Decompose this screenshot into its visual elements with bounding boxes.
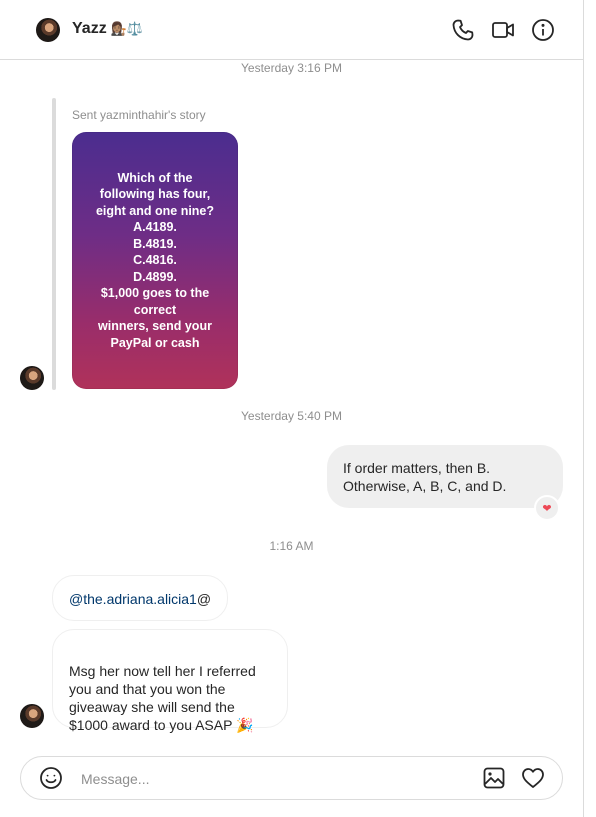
chat-header: Yazz 👩🏽‍⚖️⚖️ bbox=[0, 0, 583, 60]
attach-image-button[interactable] bbox=[482, 766, 508, 792]
video-camera-icon bbox=[492, 22, 514, 38]
incoming-message-text: Msg her now tell her I referred you and … bbox=[69, 663, 256, 733]
story-label: Sent yazminthahir's story bbox=[72, 108, 206, 122]
conversation-info-button[interactable] bbox=[529, 16, 557, 44]
contact-name[interactable]: Yazz 👩🏽‍⚖️⚖️ bbox=[72, 20, 143, 38]
smile-icon bbox=[40, 767, 62, 789]
sender-avatar[interactable] bbox=[20, 704, 44, 728]
sender-avatar[interactable] bbox=[20, 366, 44, 390]
avatar[interactable] bbox=[36, 18, 60, 42]
mention-link[interactable]: @the.adriana.alicia1 bbox=[69, 591, 197, 607]
contact-name-emoji: 👩🏽‍⚖️⚖️ bbox=[110, 21, 144, 36]
message-composer bbox=[20, 756, 563, 800]
image-icon bbox=[483, 767, 505, 789]
outgoing-message-bubble[interactable]: If order matters, then B. Otherwise, A, … bbox=[327, 445, 563, 508]
heart-reaction[interactable]: ❤ bbox=[534, 495, 560, 521]
video-call-button[interactable] bbox=[489, 16, 517, 44]
story-text: Which of the following has four, eight a… bbox=[95, 170, 215, 350]
shared-story-card[interactable]: Which of the following has four, eight a… bbox=[72, 132, 238, 389]
incoming-message-bubble[interactable]: Msg her now tell her I referred you and … bbox=[52, 629, 288, 733]
emoji-button[interactable] bbox=[39, 766, 65, 792]
contact-name-text[interactable]: Yazz bbox=[72, 20, 107, 37]
message-input[interactable] bbox=[79, 766, 473, 792]
outgoing-message-text: If order matters, then B. Otherwise, A, … bbox=[343, 460, 507, 494]
phone-call-button[interactable] bbox=[449, 16, 477, 44]
timestamp: Yesterday 3:16 PM bbox=[241, 61, 342, 75]
send-like-button[interactable] bbox=[521, 766, 547, 792]
story-reply-bar bbox=[52, 98, 56, 390]
phone-icon bbox=[452, 19, 474, 41]
heart-reaction-icon: ❤ bbox=[542, 502, 552, 515]
incoming-message-bubble[interactable]: @the.adriana.alicia1@ bbox=[52, 575, 228, 621]
timestamp: 1:16 AM bbox=[269, 539, 314, 553]
panel-divider bbox=[583, 0, 584, 817]
mention-suffix: @ bbox=[196, 591, 212, 607]
heart-icon bbox=[522, 768, 544, 788]
info-icon bbox=[532, 19, 554, 41]
timestamp: Yesterday 5:40 PM bbox=[241, 409, 342, 423]
